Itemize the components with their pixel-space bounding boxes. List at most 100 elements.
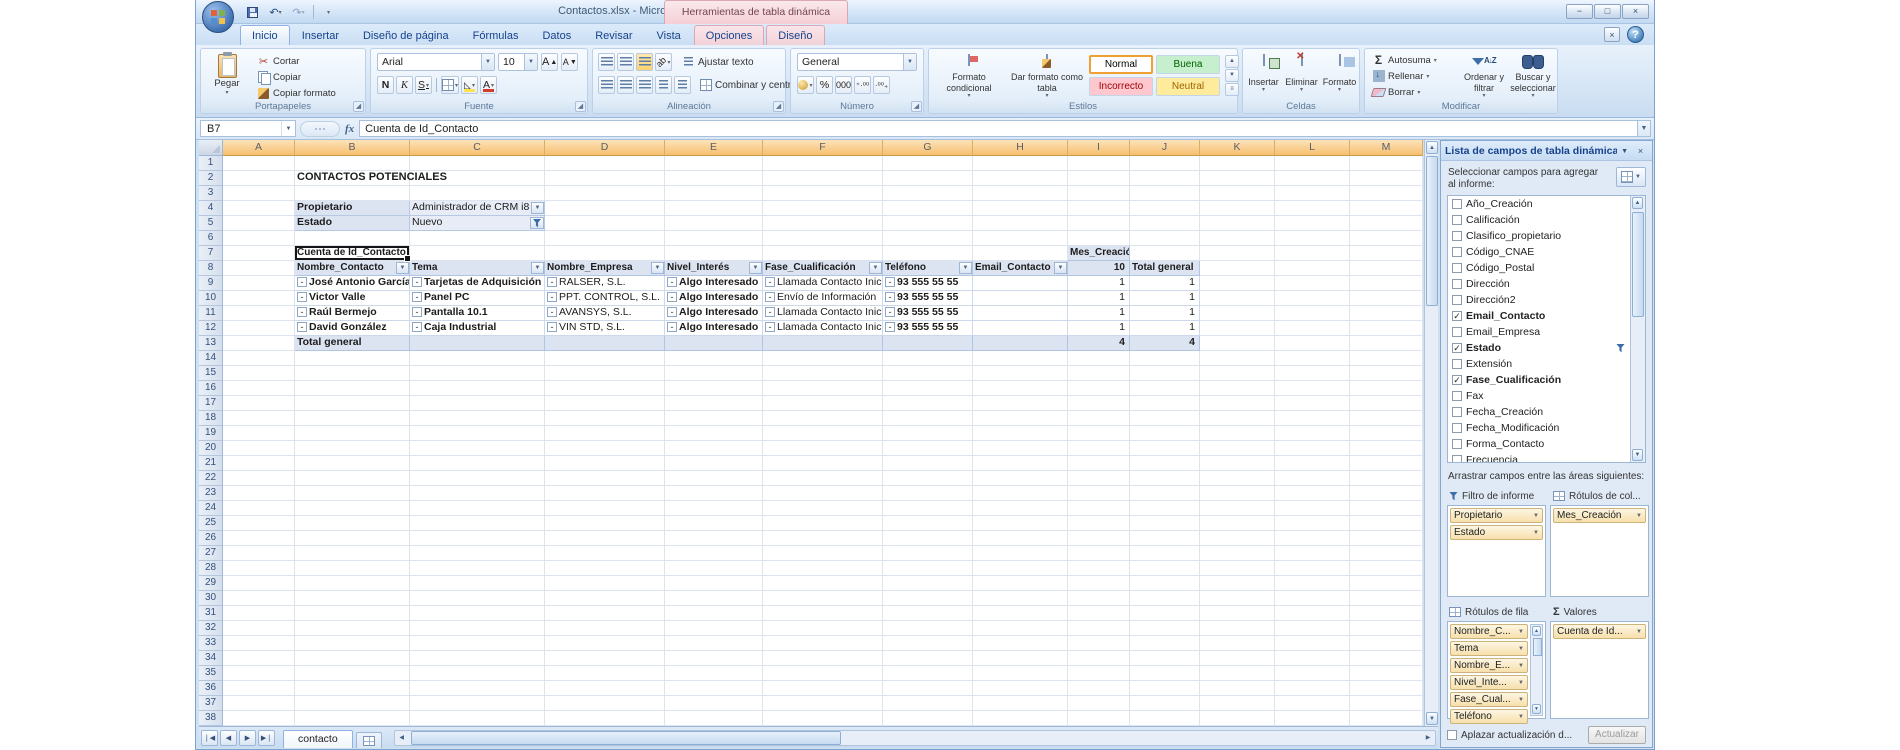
- cell-B16[interactable]: [295, 381, 410, 396]
- cell-D37[interactable]: [545, 696, 665, 711]
- scroll-right-button[interactable]: ▶: [1421, 731, 1435, 745]
- cell-K33[interactable]: [1200, 636, 1275, 651]
- cell-E30[interactable]: [665, 591, 763, 606]
- field-checkbox[interactable]: [1452, 247, 1462, 257]
- cell-C21[interactable]: [410, 456, 545, 471]
- cell-D30[interactable]: [545, 591, 665, 606]
- number-dialog-launcher[interactable]: ◢: [911, 101, 922, 112]
- row-header-19[interactable]: 19: [199, 426, 223, 441]
- cell-C17[interactable]: [410, 396, 545, 411]
- defer-update-checkbox[interactable]: [1447, 730, 1457, 740]
- cell-G27[interactable]: [883, 546, 973, 561]
- cell-E27[interactable]: [665, 546, 763, 561]
- values-area[interactable]: Cuenta de Id...▼: [1550, 621, 1649, 719]
- restore-button[interactable]: □: [1594, 4, 1621, 19]
- formula-input[interactable]: Cuenta de Id_Contacto: [359, 120, 1637, 137]
- row-header-11[interactable]: 11: [199, 306, 223, 321]
- cell-B38[interactable]: [295, 711, 410, 726]
- cell-F34[interactable]: [763, 651, 883, 666]
- filter-dropdown-icon[interactable]: ▼: [651, 262, 664, 274]
- row-header-28[interactable]: 28: [199, 561, 223, 576]
- cell-A32[interactable]: [223, 621, 295, 636]
- row-header-8[interactable]: 8: [199, 261, 223, 276]
- collapse-icon[interactable]: -: [412, 322, 422, 332]
- cell-C6[interactable]: [410, 231, 545, 246]
- cell-D36[interactable]: [545, 681, 665, 696]
- cell-E11[interactable]: -Algo Interesado: [665, 306, 763, 321]
- cell-M15[interactable]: [1350, 366, 1423, 381]
- row-labels-area[interactable]: ▲ ▼ Nombre_C...▼Tema▼Nombre_E...▼Nivel_I…: [1447, 621, 1546, 719]
- cell-D33[interactable]: [545, 636, 665, 651]
- cell-D38[interactable]: [545, 711, 665, 726]
- cell-B2[interactable]: CONTACTOS POTENCIALES: [295, 171, 410, 186]
- cell-B30[interactable]: [295, 591, 410, 606]
- cell-A22[interactable]: [223, 471, 295, 486]
- cell-K21[interactable]: [1200, 456, 1275, 471]
- close-workbook-button[interactable]: ×: [1604, 27, 1620, 42]
- cell-M21[interactable]: [1350, 456, 1423, 471]
- cell-E36[interactable]: [665, 681, 763, 696]
- cell-D32[interactable]: [545, 621, 665, 636]
- cell-F14[interactable]: [763, 351, 883, 366]
- cell-J35[interactable]: [1130, 666, 1200, 681]
- cell-F20[interactable]: [763, 441, 883, 456]
- cell-F32[interactable]: [763, 621, 883, 636]
- cell-H18[interactable]: [973, 411, 1068, 426]
- cell-H3[interactable]: [973, 186, 1068, 201]
- cell-C36[interactable]: [410, 681, 545, 696]
- decrease-indent-button[interactable]: [655, 76, 672, 94]
- cell-B12[interactable]: -David González: [295, 321, 410, 336]
- cell-D25[interactable]: [545, 516, 665, 531]
- cell-A5[interactable]: [223, 216, 295, 231]
- cell-M32[interactable]: [1350, 621, 1423, 636]
- cell-J19[interactable]: [1130, 426, 1200, 441]
- cell-D6[interactable]: [545, 231, 665, 246]
- cell-H26[interactable]: [973, 531, 1068, 546]
- cell-M30[interactable]: [1350, 591, 1423, 606]
- cell-G1[interactable]: [883, 156, 973, 171]
- cell-K1[interactable]: [1200, 156, 1275, 171]
- cell-E21[interactable]: [665, 456, 763, 471]
- cell-C15[interactable]: [410, 366, 545, 381]
- cell-K34[interactable]: [1200, 651, 1275, 666]
- collapse-icon[interactable]: -: [297, 322, 307, 332]
- cell-J7[interactable]: [1130, 246, 1200, 261]
- cell-H19[interactable]: [973, 426, 1068, 441]
- row-header-21[interactable]: 21: [199, 456, 223, 471]
- cell-L25[interactable]: [1275, 516, 1350, 531]
- cell-B13[interactable]: Total general: [295, 336, 410, 351]
- collapse-icon[interactable]: -: [547, 322, 557, 332]
- cell-H24[interactable]: [973, 501, 1068, 516]
- field-item-frecuencia[interactable]: Frecuencia: [1448, 452, 1645, 463]
- ribbon-tab-insertar[interactable]: Insertar: [290, 25, 351, 45]
- cell-G2[interactable]: [883, 171, 973, 186]
- cell-D26[interactable]: [545, 531, 665, 546]
- cell-L21[interactable]: [1275, 456, 1350, 471]
- save-button[interactable]: [242, 3, 263, 21]
- cell-L35[interactable]: [1275, 666, 1350, 681]
- cell-A2[interactable]: [223, 171, 295, 186]
- cell-L11[interactable]: [1275, 306, 1350, 321]
- styles-scroll-up-button[interactable]: ▲: [1225, 55, 1239, 68]
- cell-B25[interactable]: [295, 516, 410, 531]
- cell-E5[interactable]: [665, 216, 763, 231]
- cell-H30[interactable]: [973, 591, 1068, 606]
- cell-D7[interactable]: [545, 246, 665, 261]
- cell-G29[interactable]: [883, 576, 973, 591]
- cell-L14[interactable]: [1275, 351, 1350, 366]
- field-checkbox[interactable]: ✓: [1452, 311, 1462, 321]
- cell-G20[interactable]: [883, 441, 973, 456]
- font-size-combo[interactable]: 10▼: [498, 53, 538, 71]
- row-labels-scroll-down[interactable]: ▼: [1532, 704, 1541, 714]
- cell-F35[interactable]: [763, 666, 883, 681]
- column-header-G[interactable]: G: [883, 140, 973, 156]
- report-filter-area[interactable]: Propietario▼Estado▼: [1447, 505, 1546, 597]
- cell-F10[interactable]: -Envío de Información: [763, 291, 883, 306]
- panel-close-button[interactable]: ×: [1633, 144, 1648, 158]
- collapse-icon[interactable]: -: [412, 307, 422, 317]
- cell-F33[interactable]: [763, 636, 883, 651]
- cell-J6[interactable]: [1130, 231, 1200, 246]
- cell-J13[interactable]: 4: [1130, 336, 1200, 351]
- cell-L5[interactable]: [1275, 216, 1350, 231]
- cell-G9[interactable]: -93 555 55 55: [883, 276, 973, 291]
